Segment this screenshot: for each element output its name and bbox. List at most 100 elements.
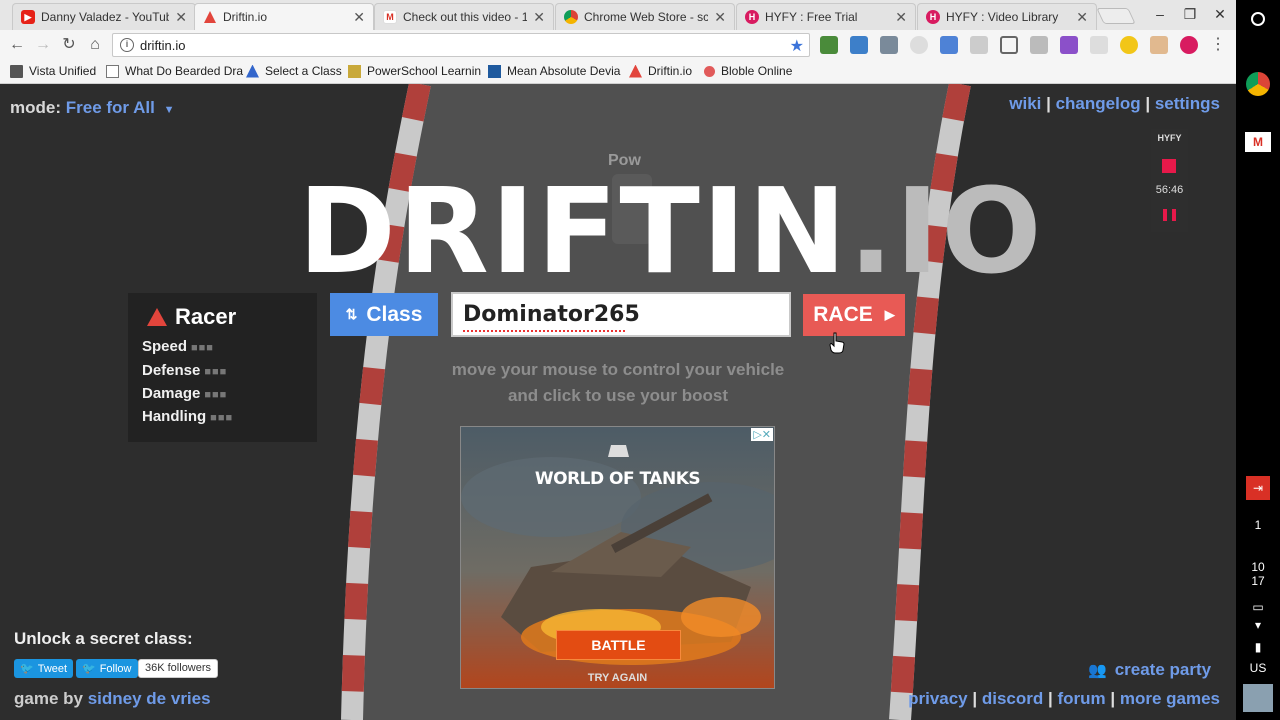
exit-app-icon[interactable]: ⇥ <box>1236 476 1280 500</box>
racer-class-icon <box>147 308 167 326</box>
battery-icon[interactable]: ▮ <box>1236 640 1280 654</box>
locale-indicator[interactable]: US <box>1236 661 1280 675</box>
privacy-link[interactable]: privacy <box>908 689 968 708</box>
home-icon[interactable]: ⌂ <box>85 35 105 55</box>
tab-title: Danny Valadez - YouTube <box>41 10 170 24</box>
wiki-link[interactable]: wiki <box>1009 94 1041 113</box>
extension-icon[interactable] <box>850 36 868 54</box>
close-icon[interactable]: ✕ <box>1076 9 1088 26</box>
khan-icon <box>488 64 501 78</box>
advertisement[interactable]: ▷✕ WORLD OF TANKS BATTLE TRY AGAIN <box>460 426 775 689</box>
twitter-icon: 🐦 <box>82 663 96 675</box>
chrome-icon[interactable] <box>1236 72 1280 99</box>
tab-youtube[interactable]: ▶ Danny Valadez - YouTube ✕ <box>12 3 196 30</box>
bookmark-star-icon[interactable]: ★ <box>790 36 804 56</box>
close-icon[interactable]: ✕ <box>533 9 545 26</box>
extension-icon[interactable] <box>1150 36 1168 54</box>
bookmark-item[interactable]: Driftin.io <box>629 64 692 78</box>
bookmark-item[interactable]: Mean Absolute Devia <box>488 64 620 78</box>
close-window-icon[interactable]: ✕ <box>1210 6 1230 23</box>
discord-link[interactable]: discord <box>982 689 1043 708</box>
bookmark-label: Select a Class <box>265 64 342 78</box>
bookmark-item[interactable]: What Do Bearded Dra <box>106 64 243 78</box>
select-class-icon <box>246 64 259 78</box>
reload-icon[interactable]: ↻ <box>59 35 79 55</box>
adchoices-icon[interactable]: ▷✕ <box>751 428 773 441</box>
bookmark-item[interactable]: Select a Class <box>246 64 342 78</box>
caret-down-icon[interactable]: ▼ <box>164 104 175 116</box>
class-name: Racer <box>175 304 237 329</box>
gmail-app-icon[interactable]: M <box>1236 132 1280 152</box>
translate-icon[interactable] <box>940 36 958 54</box>
notification-count[interactable]: 1 <box>1236 518 1280 532</box>
maximize-icon[interactable]: ❐ <box>1180 6 1200 23</box>
mode-label: mode: <box>10 98 61 117</box>
stat-bars: ■■■ <box>204 389 228 401</box>
class-button[interactable]: ⇅ Class <box>330 293 438 336</box>
ad-battle-button[interactable]: BATTLE <box>556 630 681 660</box>
stop-record-button[interactable] <box>1162 159 1176 173</box>
webstore-icon <box>564 10 578 24</box>
extension-icon[interactable] <box>1090 36 1108 54</box>
launcher-icon[interactable] <box>1236 12 1280 29</box>
bookmark-item[interactable]: PowerSchool Learnin <box>348 64 481 78</box>
extension-icon[interactable] <box>970 36 988 54</box>
back-icon[interactable]: ← <box>7 35 27 55</box>
hyfy-icon: H <box>745 10 759 24</box>
info-icon[interactable]: i <box>120 38 134 52</box>
stat-defense: Defense ■■■ <box>142 362 227 379</box>
extension-icon[interactable] <box>910 36 928 54</box>
extension-icon[interactable] <box>820 36 838 54</box>
avatar[interactable] <box>1236 684 1280 715</box>
close-icon[interactable]: ✕ <box>353 9 365 26</box>
close-icon[interactable]: ✕ <box>714 9 726 26</box>
close-icon[interactable]: ✕ <box>895 9 907 26</box>
new-tab-button[interactable] <box>1096 8 1136 24</box>
recording-time: 56:46 <box>1155 184 1184 196</box>
group-icon: 👥 <box>1088 662 1107 679</box>
tab-hyfy-trial[interactable]: H HYFY : Free Trial ✕ <box>736 3 916 30</box>
cast-icon[interactable] <box>1000 36 1018 54</box>
bookmark-label: PowerSchool Learnin <box>367 64 482 78</box>
tweet-button[interactable]: 🐦 Tweet <box>14 659 74 678</box>
more-games-link[interactable]: more games <box>1120 689 1220 708</box>
record-extension-icon[interactable] <box>1180 36 1198 54</box>
menu-icon[interactable]: ⋮ <box>1208 35 1228 55</box>
hint-line-1: move your mouse to control your vehicle <box>451 360 785 379</box>
settings-link[interactable]: settings <box>1155 94 1220 113</box>
address-bar[interactable]: i driftin.io ★ <box>112 33 810 57</box>
stat-handling: Handling ■■■ <box>142 408 233 425</box>
follow-button[interactable]: 🐦 Follow <box>76 659 138 678</box>
stat-damage: Damage ■■■ <box>142 385 227 402</box>
author-link[interactable]: sidney de vries <box>88 689 211 708</box>
race-button[interactable]: RACE ▶ <box>803 294 905 336</box>
create-party-link[interactable]: 👥 create party <box>1088 660 1211 680</box>
top-links: wiki | changelog | settings <box>1009 94 1220 113</box>
tab-webstore[interactable]: Chrome Web Store - scre ✕ <box>555 3 735 30</box>
game-canvas[interactable]: mode: Free for All ▼ wiki | changelog | … <box>0 84 1236 720</box>
minimize-icon[interactable]: – <box>1150 6 1170 22</box>
tab-driftin[interactable]: Driftin.io ✕ <box>194 3 374 30</box>
forum-link[interactable]: forum <box>1057 689 1105 708</box>
puzzle-icon[interactable] <box>1060 36 1078 54</box>
close-icon[interactable]: ✕ <box>175 9 187 26</box>
twitter-icon: 🐦 <box>20 663 34 675</box>
clock-hour[interactable]: 10 <box>1236 560 1280 574</box>
extension-icon[interactable] <box>880 36 898 54</box>
bookmark-label: Driftin.io <box>648 64 693 78</box>
mode-value[interactable]: Free for All <box>66 98 155 117</box>
mode-selector[interactable]: mode: Free for All ▼ <box>10 98 174 118</box>
pause-button[interactable] <box>1163 209 1176 221</box>
tab-strip: ▶ Danny Valadez - YouTube ✕ Driftin.io ✕… <box>0 0 1236 30</box>
forward-icon[interactable]: → <box>33 35 53 55</box>
tab-gmail[interactable]: M Check out this video - 15 ✕ <box>374 3 554 30</box>
changelog-link[interactable]: changelog <box>1056 94 1141 113</box>
wifi-icon[interactable]: ▾ <box>1236 618 1280 632</box>
extension-icon[interactable] <box>1030 36 1048 54</box>
pacman-icon[interactable] <box>1120 36 1138 54</box>
bookmark-item[interactable]: Vista Unified <box>10 64 96 78</box>
screen-share-icon[interactable]: ▭ <box>1236 600 1280 614</box>
tab-hyfy-library[interactable]: H HYFY : Video Library ✕ <box>917 3 1097 30</box>
bookmark-item[interactable]: Bloble Online <box>704 64 792 78</box>
clock-minute[interactable]: 17 <box>1236 574 1280 588</box>
